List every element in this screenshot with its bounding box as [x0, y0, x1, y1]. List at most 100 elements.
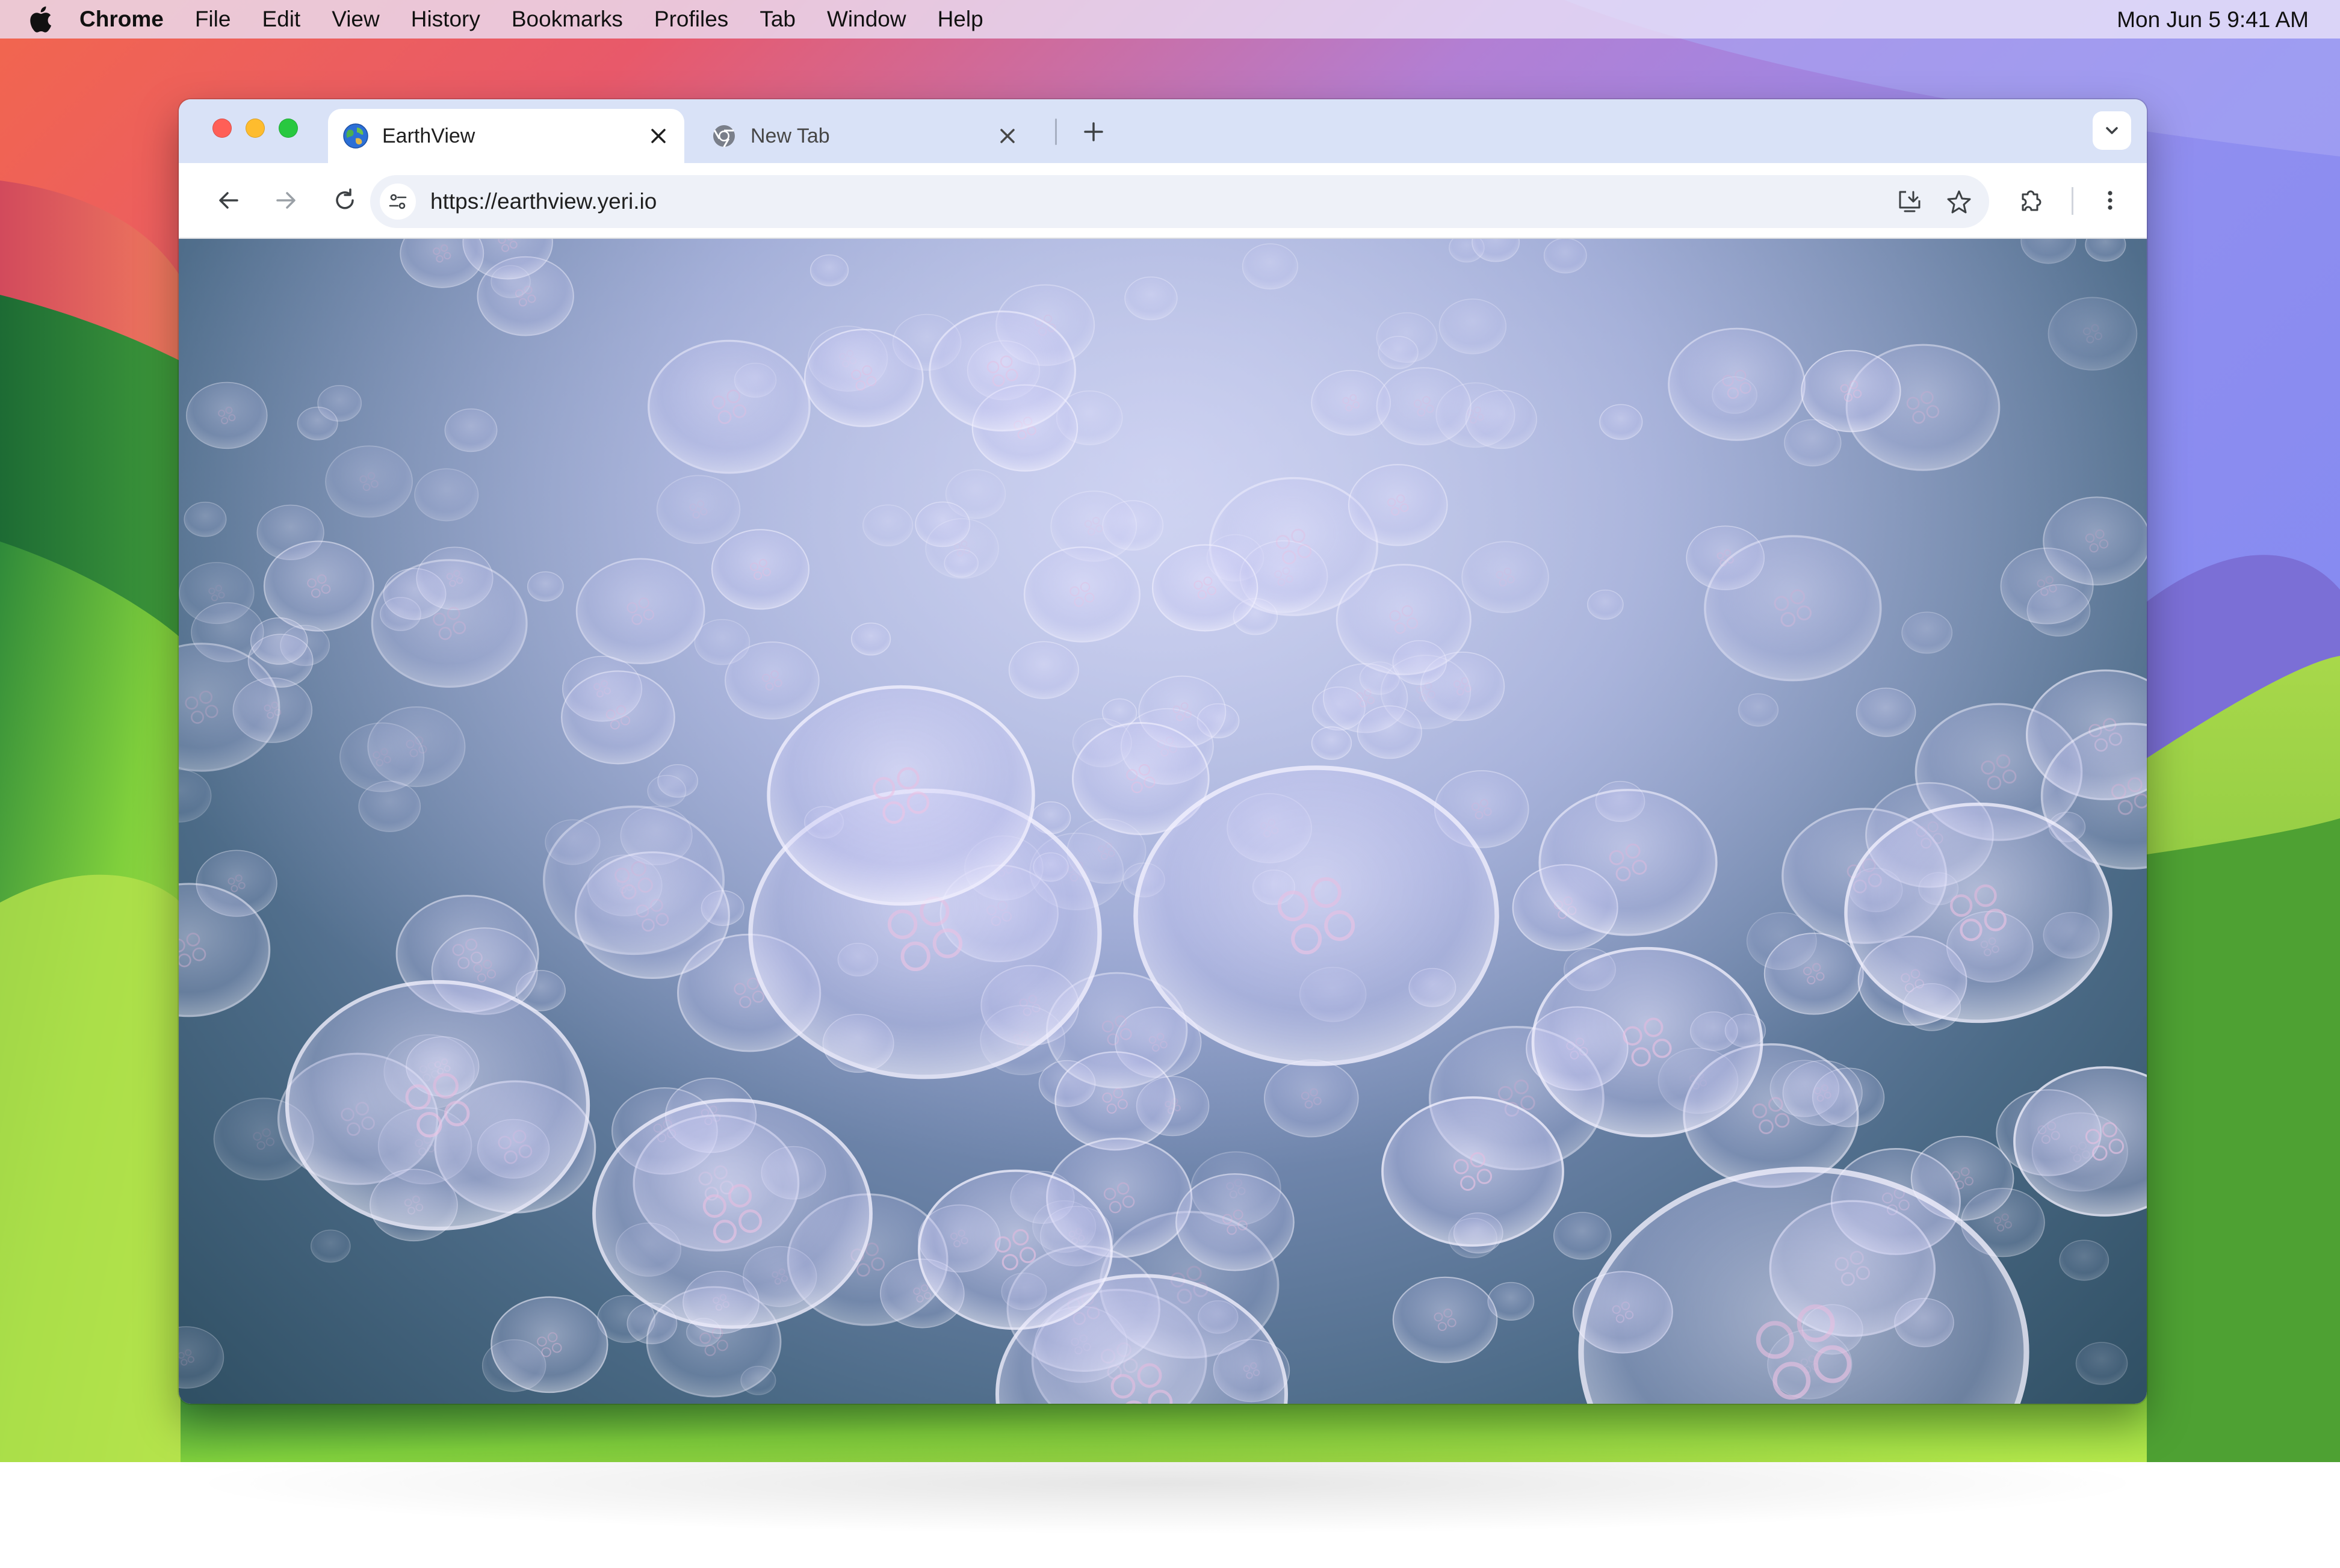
chrome-icon	[713, 125, 735, 148]
web-content-jellyfish-photo	[179, 239, 2147, 1404]
jellyfish	[1392, 1276, 1498, 1363]
jellyfish	[414, 468, 479, 522]
jellyfish	[592, 1098, 873, 1329]
chevron-down-icon	[2106, 127, 2118, 134]
globe-icon	[343, 123, 368, 149]
more-vert-icon	[2108, 191, 2112, 210]
jellyfish	[1856, 687, 1916, 737]
menu-tab[interactable]: Tab	[760, 7, 796, 32]
jellyfish	[850, 622, 891, 656]
tab-search-button[interactable]	[2093, 111, 2131, 150]
jellyfish	[1587, 589, 1624, 620]
jellyfish	[311, 1229, 351, 1263]
jellyfish	[2059, 1239, 2109, 1281]
menu-clock[interactable]: Mon Jun 5 9:41 AM	[2117, 7, 2309, 32]
jellyfish	[1348, 464, 1448, 546]
jellyfish	[371, 559, 528, 688]
menu-help[interactable]: Help	[938, 7, 983, 32]
browser-window: EarthView New Tab https://earthview.yeri…	[179, 99, 2147, 1404]
apple-logo-icon[interactable]	[26, 4, 53, 34]
jellyfish	[1336, 564, 1472, 676]
arrow-left-icon	[219, 192, 238, 209]
close-tab-icon[interactable]	[997, 126, 1018, 146]
jellyfish	[1242, 243, 1298, 290]
jellyfish	[1763, 933, 1864, 1015]
new-tab-button[interactable]	[1076, 114, 1112, 150]
jellyfish	[1738, 693, 1779, 727]
extensions-button[interactable]	[2014, 184, 2048, 217]
jellyfish	[1008, 641, 1079, 699]
jellyfish	[1543, 239, 1587, 274]
site-info-button[interactable]	[380, 184, 416, 220]
jellyfish	[656, 475, 741, 545]
install-icon	[1899, 191, 1921, 212]
jellyfish	[767, 685, 1035, 906]
reload-button[interactable]	[328, 184, 362, 217]
jellyfish	[809, 254, 849, 286]
jellyfish	[1381, 1096, 1564, 1247]
url-text[interactable]: https://earthview.yeri.io	[430, 175, 657, 228]
bookmark-star-button[interactable]	[1942, 185, 1976, 218]
jellyfish	[263, 540, 374, 632]
jellyfish	[1133, 765, 1499, 1066]
jellyfish	[2075, 1342, 2128, 1385]
jellyfish	[1264, 1059, 1359, 1138]
plus-icon	[1084, 122, 1103, 141]
close-tab-icon[interactable]	[648, 126, 669, 146]
jellyfish	[527, 571, 564, 602]
jellyfish	[862, 504, 914, 546]
menu-history[interactable]: History	[411, 7, 480, 32]
jellyfish	[711, 529, 809, 610]
jellyfish	[725, 641, 820, 720]
menu-profiles[interactable]: Profiles	[654, 7, 728, 32]
menu-bar: Chrome File Edit View History Bookmarks …	[0, 0, 2340, 39]
menu-file[interactable]: File	[195, 7, 231, 32]
jellyfish	[1801, 350, 1901, 433]
jellyfish	[803, 329, 924, 427]
jellyfish	[1599, 404, 1643, 440]
menu-bookmarks[interactable]: Bookmarks	[512, 7, 623, 32]
menu-app-name[interactable]: Chrome	[79, 7, 164, 32]
puzzle-icon	[2022, 190, 2041, 211]
install-app-button[interactable]	[1893, 185, 1927, 218]
tab-title: EarthView	[382, 124, 475, 147]
jellyfish	[2043, 496, 2147, 585]
jellyfish-photo	[179, 239, 2147, 1404]
jellyfish	[1438, 298, 1507, 354]
jellyfish	[184, 501, 227, 537]
address-bar[interactable]: https://earthview.yeri.io	[370, 175, 1989, 228]
tab-strip: EarthView New Tab	[179, 99, 2147, 163]
jellyfish	[1531, 946, 1763, 1138]
toolbar-separator	[2072, 187, 2073, 215]
tune-icon	[389, 194, 407, 209]
jellyfish	[542, 805, 725, 955]
window-minimize-button[interactable]	[246, 119, 265, 138]
jellyfish	[2048, 297, 2138, 371]
jellyfish	[1023, 546, 1141, 643]
menu-edit[interactable]: Edit	[262, 7, 300, 32]
jellyfish	[1461, 541, 1549, 613]
jellyfish	[1151, 544, 1258, 632]
back-button[interactable]	[212, 184, 246, 217]
tab-earthview[interactable]: EarthView	[328, 109, 684, 163]
jellyfish	[929, 310, 1076, 432]
jellyfish	[1844, 802, 2112, 1023]
jellyfish	[1311, 726, 1352, 760]
tab-title: New Tab	[751, 124, 830, 147]
jellyfish	[325, 445, 413, 518]
tab-new-tab[interactable]: New Tab	[696, 109, 1033, 163]
jellyfish	[1376, 367, 1472, 446]
forward-button[interactable]	[269, 184, 303, 217]
menu-window[interactable]: Window	[827, 7, 906, 32]
jellyfish	[1538, 789, 1718, 936]
jellyfish	[1901, 611, 1953, 654]
jellyfish	[285, 980, 590, 1231]
jellyfish	[918, 1169, 1113, 1330]
menu-view[interactable]: View	[332, 7, 380, 32]
menu-button[interactable]	[2093, 184, 2127, 217]
window-zoom-button[interactable]	[279, 119, 298, 138]
jellyfish	[444, 408, 498, 452]
window-close-button[interactable]	[212, 119, 232, 138]
arrow-right-icon	[276, 192, 296, 209]
jellyfish	[561, 670, 675, 765]
